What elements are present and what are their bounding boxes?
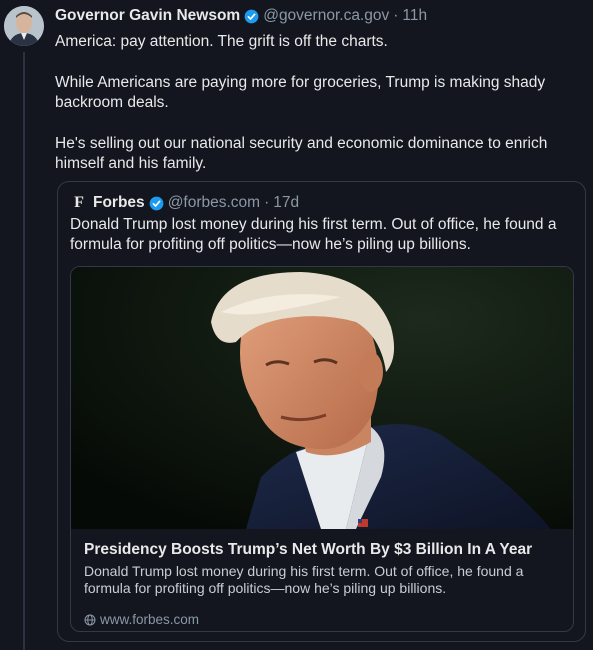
post: Governor Gavin Newsom @governor.ca.gov ·… bbox=[0, 0, 593, 650]
link-card-domain-text: www.forbes.com bbox=[100, 612, 200, 627]
link-card-description: Donald Trump lost money during his first… bbox=[84, 563, 524, 596]
separator-dot: · bbox=[264, 194, 270, 211]
post-timestamp[interactable]: 11h bbox=[402, 7, 427, 25]
forbes-logo-icon: F bbox=[74, 194, 84, 211]
author-name[interactable]: Governor Gavin Newsom bbox=[55, 7, 240, 25]
quoted-post-text: Donald Trump lost money during his first… bbox=[70, 216, 557, 253]
link-card[interactable]: Presidency Boosts Trump’s Net Worth By $… bbox=[70, 266, 574, 632]
post-paragraph: While Americans are paying more for groc… bbox=[55, 74, 546, 111]
verified-badge-icon bbox=[244, 9, 259, 24]
link-card-title[interactable]: Presidency Boosts Trump’s Net Worth By $… bbox=[84, 541, 564, 559]
post-text: America: pay attention. The grift is off… bbox=[55, 32, 585, 174]
thread-line bbox=[23, 52, 25, 650]
link-card-image[interactable] bbox=[71, 267, 573, 529]
avatar-column bbox=[0, 0, 48, 650]
quoted-author-handle[interactable]: @forbes.com bbox=[168, 194, 260, 212]
link-card-domain[interactable]: www.forbes.com bbox=[84, 612, 199, 627]
quoted-author-name[interactable]: Forbes bbox=[93, 194, 145, 212]
author-handle[interactable]: @governor.ca.gov bbox=[263, 7, 389, 25]
post-paragraph: America: pay attention. The grift is off… bbox=[55, 33, 388, 50]
avatar[interactable] bbox=[4, 6, 44, 46]
post-paragraph: He's selling out our national security a… bbox=[55, 135, 548, 172]
separator-dot: · bbox=[393, 7, 399, 24]
verified-badge-icon bbox=[149, 196, 164, 211]
quoted-post-header: F Forbes @forbes.com · 17d bbox=[70, 193, 299, 213]
quoted-post-timestamp[interactable]: 17d bbox=[273, 194, 299, 212]
post-content: Governor Gavin Newsom @governor.ca.gov ·… bbox=[55, 0, 585, 174]
globe-icon bbox=[84, 614, 96, 626]
quoted-post[interactable]: F Forbes @forbes.com · 17d Donald Trump … bbox=[57, 181, 586, 642]
post-header: Governor Gavin Newsom @governor.ca.gov ·… bbox=[55, 2, 585, 30]
